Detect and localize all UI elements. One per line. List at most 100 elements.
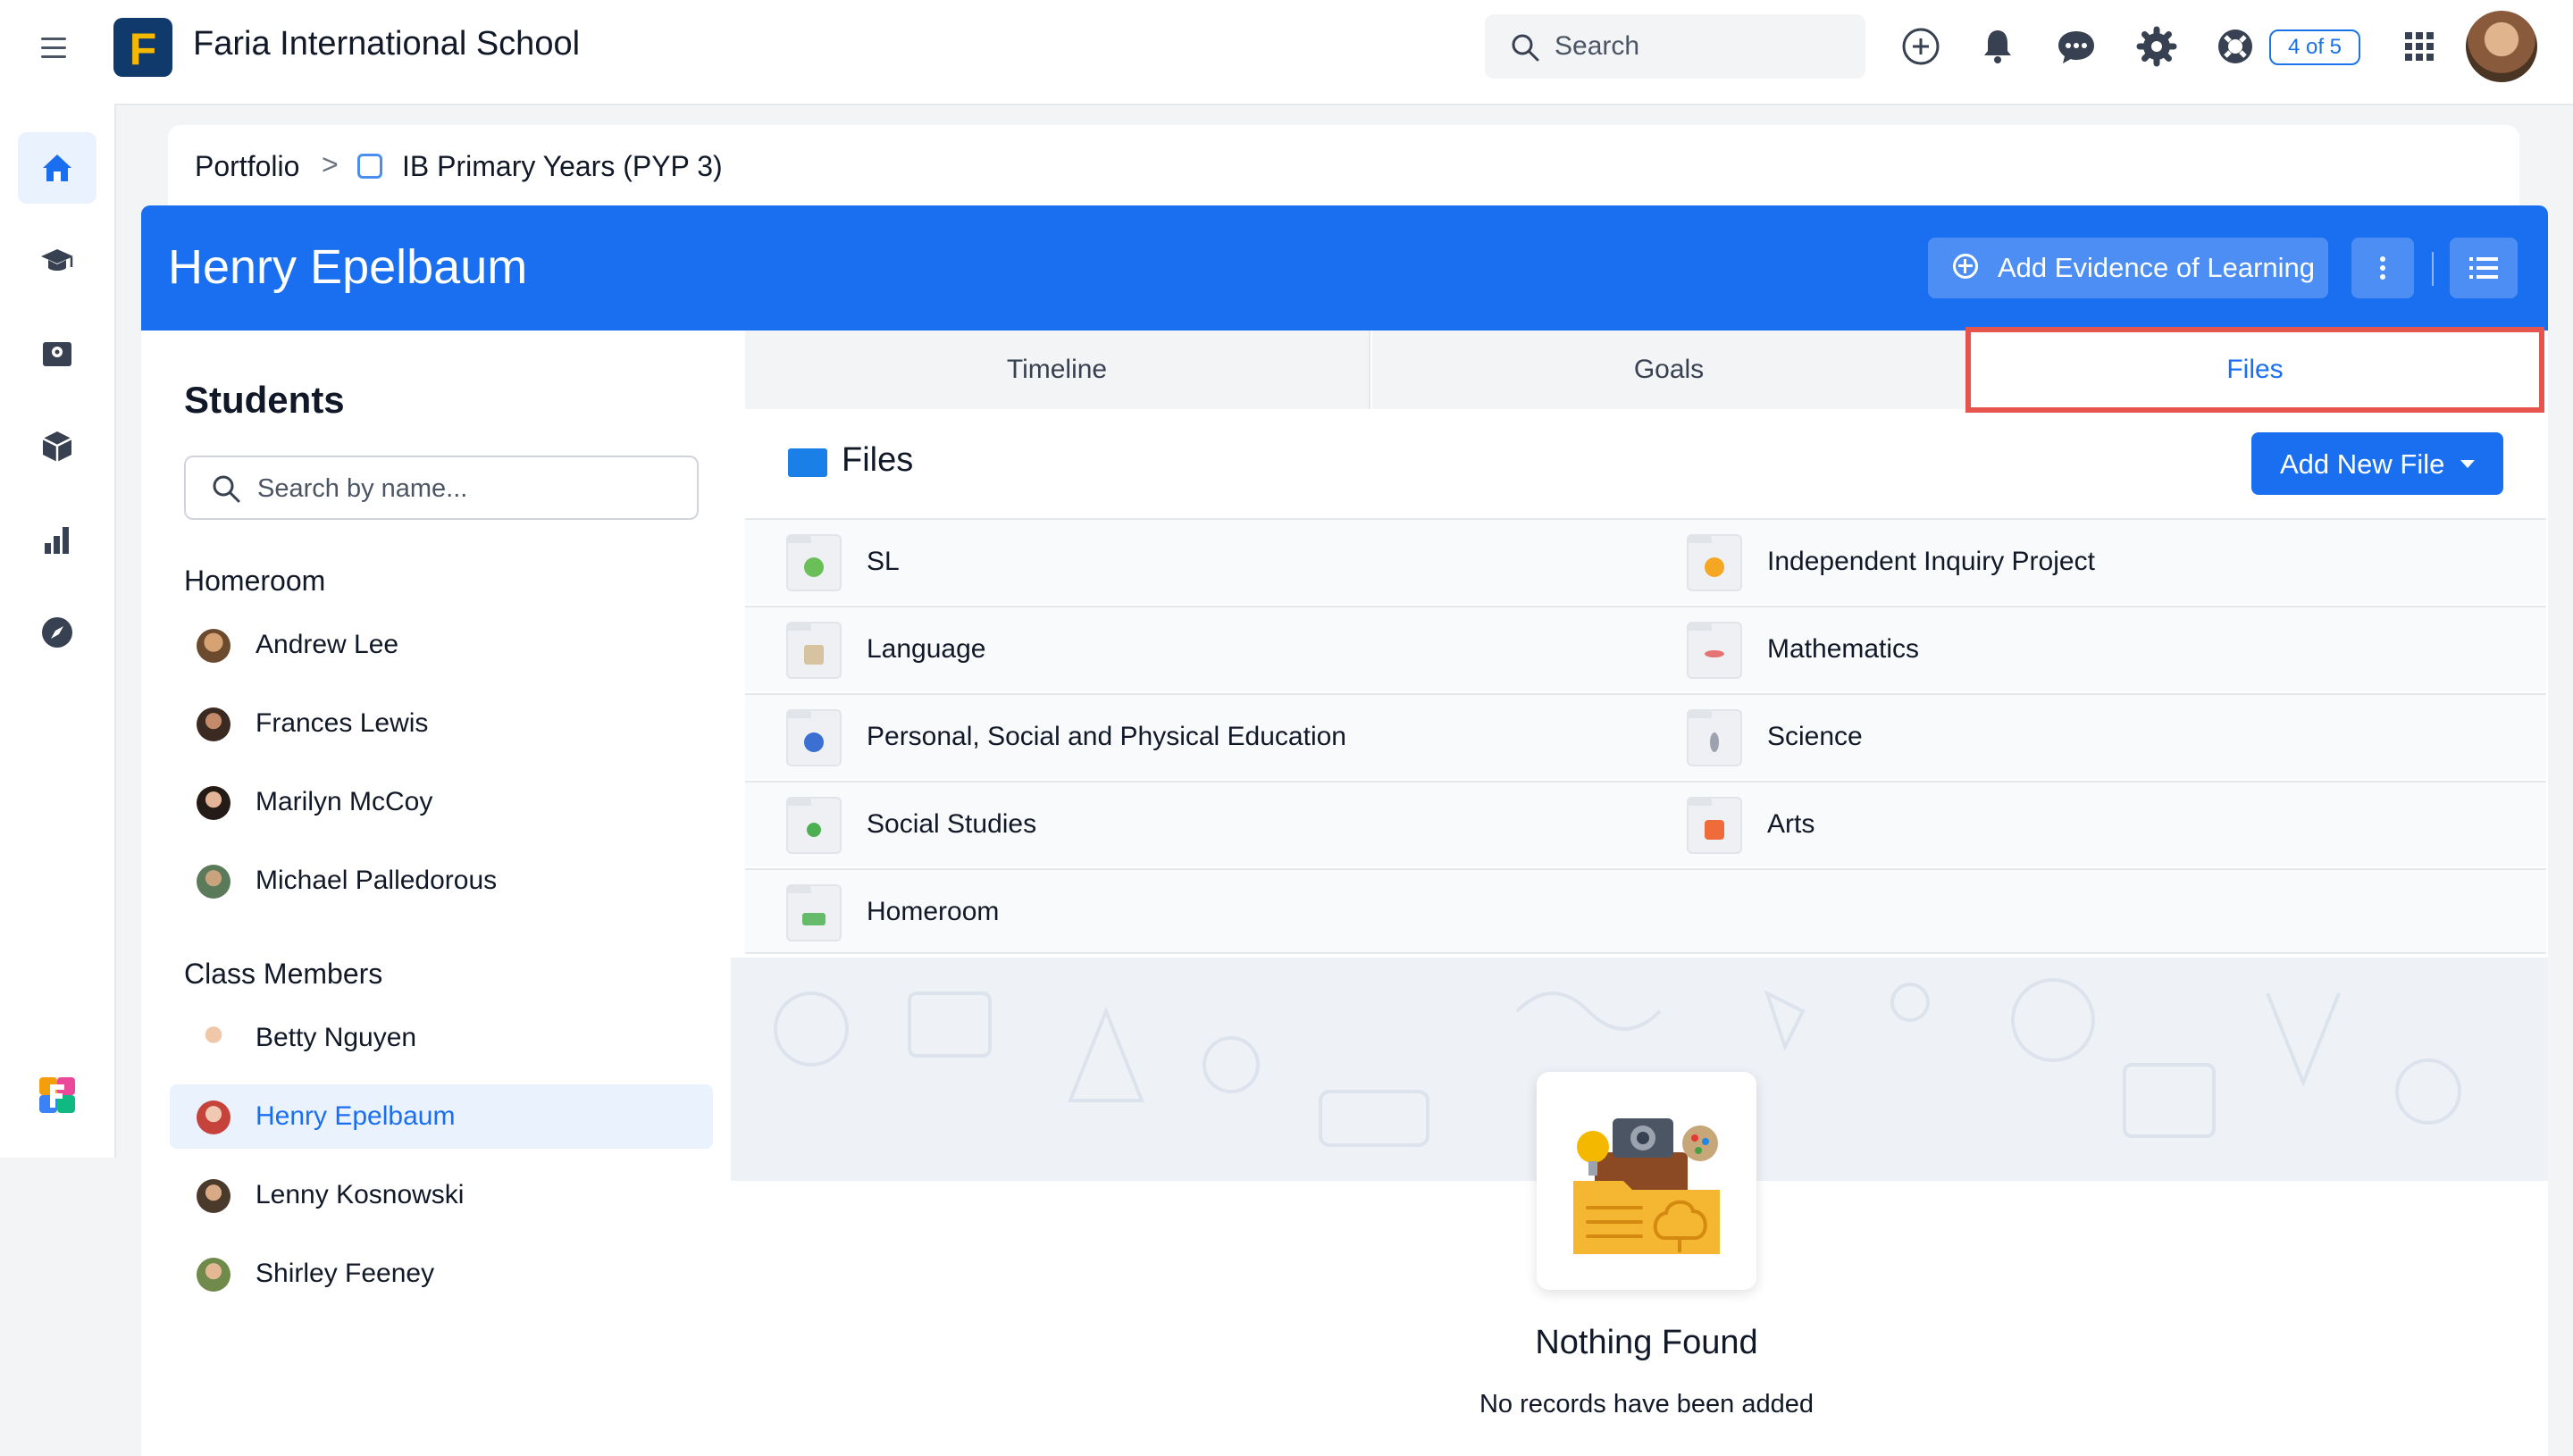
lifebuoy-icon[interactable] xyxy=(2212,23,2259,70)
student-row[interactable]: Michael Palledorous xyxy=(170,849,713,913)
breadcrumb-class-link[interactable]: IB Primary Years (PYP 3) xyxy=(402,150,723,183)
folder-label: Mathematics xyxy=(1767,634,1920,664)
chat-icon[interactable] xyxy=(2053,23,2099,70)
tab-files[interactable]: Files xyxy=(1965,331,2544,409)
avatar xyxy=(197,707,230,741)
folder-item[interactable]: Social Studies xyxy=(786,782,1644,868)
student-name: Michael Palledorous xyxy=(256,866,498,895)
more-vertical-icon xyxy=(2380,256,2385,280)
search-icon xyxy=(213,475,240,503)
add-circle-icon[interactable] xyxy=(1898,23,1944,70)
folder-label: Language xyxy=(867,634,986,664)
more-options-button[interactable] xyxy=(2351,238,2414,298)
graduation-cap-icon xyxy=(41,249,73,271)
folder-social-studies-icon xyxy=(786,797,842,854)
rail-academics[interactable] xyxy=(18,225,96,297)
student-search-input[interactable]: Search by name... xyxy=(184,456,699,520)
folder-item[interactable]: Personal, Social and Physical Education xyxy=(786,695,1644,781)
school-name: Faria International School xyxy=(193,25,581,63)
files-heading: Files xyxy=(842,441,914,479)
folder-row: Homeroom xyxy=(745,868,2546,954)
caret-down-icon xyxy=(2460,460,2475,468)
global-search-input[interactable]: Search xyxy=(1485,14,1865,79)
student-name: Henry Epelbaum xyxy=(256,1101,456,1131)
folder-mathematics-icon xyxy=(1687,622,1742,679)
group-label-homeroom: Homeroom xyxy=(184,565,326,597)
list-view-button[interactable] xyxy=(2450,238,2518,298)
student-search-placeholder: Search by name... xyxy=(257,474,468,503)
avatar xyxy=(197,1100,230,1134)
student-row[interactable]: Shirley Feeney xyxy=(170,1242,713,1306)
folder-homeroom-icon xyxy=(786,884,842,941)
empty-state-illustration xyxy=(1537,1072,1756,1290)
folder-item[interactable]: Language xyxy=(786,607,1644,693)
folder-label: Arts xyxy=(1767,809,1815,839)
list-icon xyxy=(2469,257,2498,279)
home-icon xyxy=(43,155,71,181)
folder-science-icon xyxy=(1687,709,1742,766)
folder-pspe-icon xyxy=(786,709,842,766)
folder-row: SL Independent Inquiry Project xyxy=(745,518,2546,604)
avatar xyxy=(197,1258,230,1292)
breadcrumb-portfolio-link[interactable]: Portfolio xyxy=(195,150,299,183)
top-bar: F Faria International School Search 4 of… xyxy=(0,0,2573,105)
avatar xyxy=(197,1022,230,1056)
left-nav-rail xyxy=(0,104,116,1158)
help-progress-badge[interactable]: 4 of 5 xyxy=(2269,29,2360,65)
apps-grid-icon[interactable] xyxy=(2396,23,2443,70)
folder-row: Personal, Social and Physical Education … xyxy=(745,693,2546,779)
student-row[interactable]: Andrew Lee xyxy=(170,613,713,677)
student-row[interactable]: Frances Lewis xyxy=(170,691,713,756)
search-placeholder: Search xyxy=(1555,31,1640,61)
student-row[interactable]: Lenny Kosnowski xyxy=(170,1163,713,1227)
tab-goals[interactable]: Goals xyxy=(1372,331,1965,409)
folder-item[interactable]: Independent Inquiry Project xyxy=(1687,520,2527,606)
folder-item[interactable]: Arts xyxy=(1687,782,2527,868)
search-icon xyxy=(1512,34,1539,62)
folder-item[interactable]: Homeroom xyxy=(786,870,1644,956)
bell-icon[interactable] xyxy=(1974,23,2021,70)
user-avatar[interactable] xyxy=(2466,11,2537,82)
map-book-icon xyxy=(43,342,71,366)
add-evidence-button[interactable]: Add Evidence of Learning xyxy=(1928,238,2328,298)
bar-chart-icon xyxy=(45,527,69,554)
rail-units[interactable] xyxy=(18,411,96,482)
student-row[interactable]: Marilyn McCoy xyxy=(170,770,713,834)
student-name: Marilyn McCoy xyxy=(256,787,433,816)
folder-label: Homeroom xyxy=(867,897,1000,926)
school-logo[interactable]: F xyxy=(113,18,172,77)
menu-icon[interactable] xyxy=(27,23,80,73)
breadcrumb-chevron-icon: > xyxy=(322,148,339,180)
empty-state-title: Nothing Found xyxy=(1535,1324,1758,1361)
folder-item[interactable]: SL xyxy=(786,520,1644,606)
student-row[interactable]: Betty Nguyen xyxy=(170,1006,713,1070)
folder-sl-icon xyxy=(786,534,842,591)
gear-icon[interactable] xyxy=(2133,23,2180,70)
folder-item[interactable]: Mathematics xyxy=(1687,607,2527,693)
avatar xyxy=(197,865,230,899)
logo-letter: F xyxy=(129,24,157,74)
folder-item[interactable]: Science xyxy=(1687,695,2527,781)
folder-arts-icon xyxy=(1687,797,1742,854)
empty-state-subtitle: No records have been added xyxy=(1479,1390,1815,1418)
folder-illustration-icon xyxy=(1573,1118,1720,1254)
class-icon xyxy=(357,154,382,179)
rail-home[interactable] xyxy=(18,132,96,204)
avatar xyxy=(197,1179,230,1213)
rail-faria-apps[interactable] xyxy=(18,1059,96,1131)
student-name: Shirley Feeney xyxy=(256,1259,435,1288)
student-name-heading: Henry Epelbaum xyxy=(168,240,528,294)
add-new-file-button[interactable]: Add New File xyxy=(2251,432,2503,495)
folder-label: Social Studies xyxy=(867,809,1037,839)
student-name: Andrew Lee xyxy=(256,630,399,659)
student-row-selected[interactable]: Henry Epelbaum xyxy=(170,1084,713,1149)
folder-label: Personal, Social and Physical Education xyxy=(867,722,1346,751)
folder-language-icon xyxy=(786,622,842,679)
rail-explore[interactable] xyxy=(18,597,96,668)
tab-timeline[interactable]: Timeline xyxy=(745,331,1370,409)
rail-curriculum[interactable] xyxy=(18,318,96,389)
rail-reports[interactable] xyxy=(18,504,96,575)
student-name: Betty Nguyen xyxy=(256,1023,417,1052)
avatar xyxy=(197,629,230,663)
folder-label: Independent Inquiry Project xyxy=(1767,547,2095,576)
